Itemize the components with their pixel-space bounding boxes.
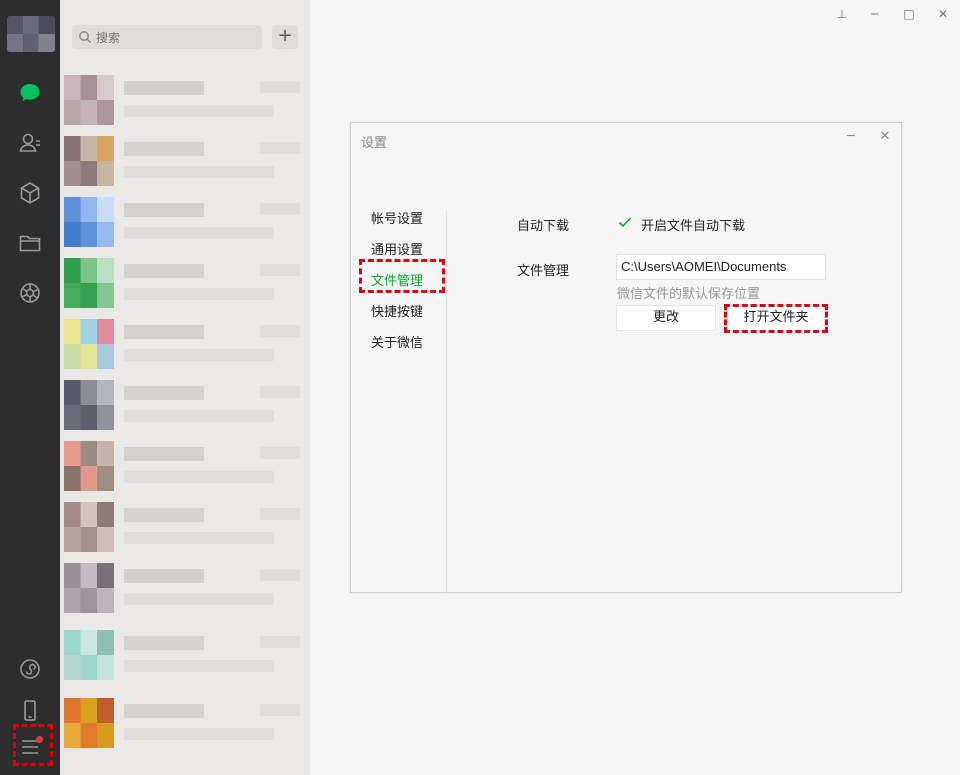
file-management-label: 文件管理 [517, 264, 570, 279]
dialog-title: 设置 [361, 136, 388, 151]
chat-name-placeholder [124, 508, 204, 522]
chat-avatar [64, 630, 114, 680]
chat-name-placeholder [124, 447, 204, 461]
chat-time-placeholder [260, 386, 300, 398]
chat-time-placeholder [260, 264, 300, 276]
file-path-hint: 微信文件的默认保存位置 [617, 287, 761, 302]
sidebar-item-account[interactable]: 帐号设置 [371, 208, 423, 227]
sidebar-item-shortcuts[interactable]: 快捷按键 [371, 301, 423, 320]
chat-message-placeholder [124, 288, 274, 300]
chat-icon[interactable] [17, 80, 43, 106]
open-folder-highlight-box [724, 304, 828, 333]
chat-list-item[interactable] [64, 630, 304, 686]
phone-icon[interactable] [17, 698, 43, 724]
chat-list-item[interactable] [64, 698, 304, 754]
auto-download-checkbox-label[interactable]: 开启文件自动下载 [641, 215, 745, 234]
chat-message-placeholder [124, 471, 274, 483]
chat-message-placeholder [124, 728, 274, 740]
chat-list-item[interactable] [64, 502, 304, 558]
favorites-icon[interactable] [17, 180, 43, 206]
chat-time-placeholder [260, 636, 300, 648]
chat-avatar [64, 258, 114, 308]
sidebar-highlight-box [359, 259, 445, 293]
search-icon [79, 31, 91, 43]
sidebar-divider [446, 210, 447, 593]
chat-name-placeholder [124, 325, 204, 339]
sidebar-item-about[interactable]: 关于微信 [371, 332, 423, 351]
search-input[interactable] [94, 25, 258, 51]
settings-dialog: 设置 ─ ✕ 帐号设置 通用设置 文件管理 快捷按键 关于微信 自动下载 开启文… [350, 122, 902, 593]
dialog-close-button[interactable]: ✕ [877, 129, 893, 145]
chat-time-placeholder [260, 447, 300, 459]
chat-list-item[interactable] [64, 380, 304, 436]
chat-avatar [64, 441, 114, 491]
navigation-bar [0, 0, 60, 775]
chat-message-placeholder [124, 410, 274, 422]
chat-time-placeholder [260, 81, 300, 93]
chat-time-placeholder [260, 704, 300, 716]
files-icon[interactable] [17, 230, 43, 256]
chat-list-item[interactable] [64, 75, 304, 131]
chat-time-placeholder [260, 142, 300, 154]
maximize-window-button[interactable]: □ [901, 6, 917, 22]
mini-programs-icon[interactable] [17, 656, 43, 682]
chat-list-item[interactable] [64, 441, 304, 497]
chat-name-placeholder [124, 203, 204, 217]
chat-message-placeholder [124, 227, 274, 239]
chat-list-item[interactable] [64, 197, 304, 253]
auto-download-label: 自动下载 [517, 219, 570, 234]
chat-avatar [64, 75, 114, 125]
close-window-button[interactable]: ✕ [935, 6, 951, 22]
chat-name-placeholder [124, 264, 204, 278]
chat-time-placeholder [260, 569, 300, 581]
minimize-window-button[interactable]: ─ [867, 6, 883, 22]
chat-list-item[interactable] [64, 136, 304, 192]
moments-icon[interactable] [17, 280, 43, 306]
chat-message-placeholder [124, 593, 274, 605]
chat-list-item[interactable] [64, 258, 304, 314]
chat-avatar [64, 563, 114, 613]
chat-avatar [64, 380, 114, 430]
chat-message-placeholder [124, 532, 274, 544]
chat-time-placeholder [260, 508, 300, 520]
pin-icon[interactable]: ⊥ [834, 6, 850, 22]
chat-name-placeholder [124, 386, 204, 400]
check-icon [618, 217, 632, 228]
dialog-minimize-button[interactable]: ─ [843, 129, 859, 145]
sidebar-item-general[interactable]: 通用设置 [371, 239, 423, 258]
chat-time-placeholder [260, 325, 300, 337]
chat-avatar [64, 502, 114, 552]
file-path-field: C:\Users\AOMEI\Documents [616, 254, 826, 280]
change-button[interactable]: 更改 [616, 305, 716, 331]
menu-highlight-box [13, 724, 53, 766]
add-chat-button[interactable]: + [272, 25, 298, 49]
chat-name-placeholder [124, 704, 204, 718]
user-avatar[interactable] [7, 16, 55, 52]
search-box[interactable] [72, 25, 262, 51]
chat-list-item[interactable] [64, 319, 304, 375]
chat-message-placeholder [124, 349, 274, 361]
chat-name-placeholder [124, 636, 204, 650]
chat-name-placeholder [124, 142, 204, 156]
chat-message-placeholder [124, 105, 274, 117]
chat-list-item[interactable] [64, 563, 304, 619]
auto-download-checkbox[interactable] [617, 214, 633, 230]
chat-avatar [64, 197, 114, 247]
chat-avatar [64, 319, 114, 369]
chat-avatar [64, 698, 114, 748]
chat-time-placeholder [260, 203, 300, 215]
chat-message-placeholder [124, 166, 274, 178]
chat-name-placeholder [124, 569, 204, 583]
chat-name-placeholder [124, 81, 204, 95]
contacts-icon[interactable] [17, 130, 43, 156]
chat-message-placeholder [124, 660, 274, 672]
chat-avatar [64, 136, 114, 186]
